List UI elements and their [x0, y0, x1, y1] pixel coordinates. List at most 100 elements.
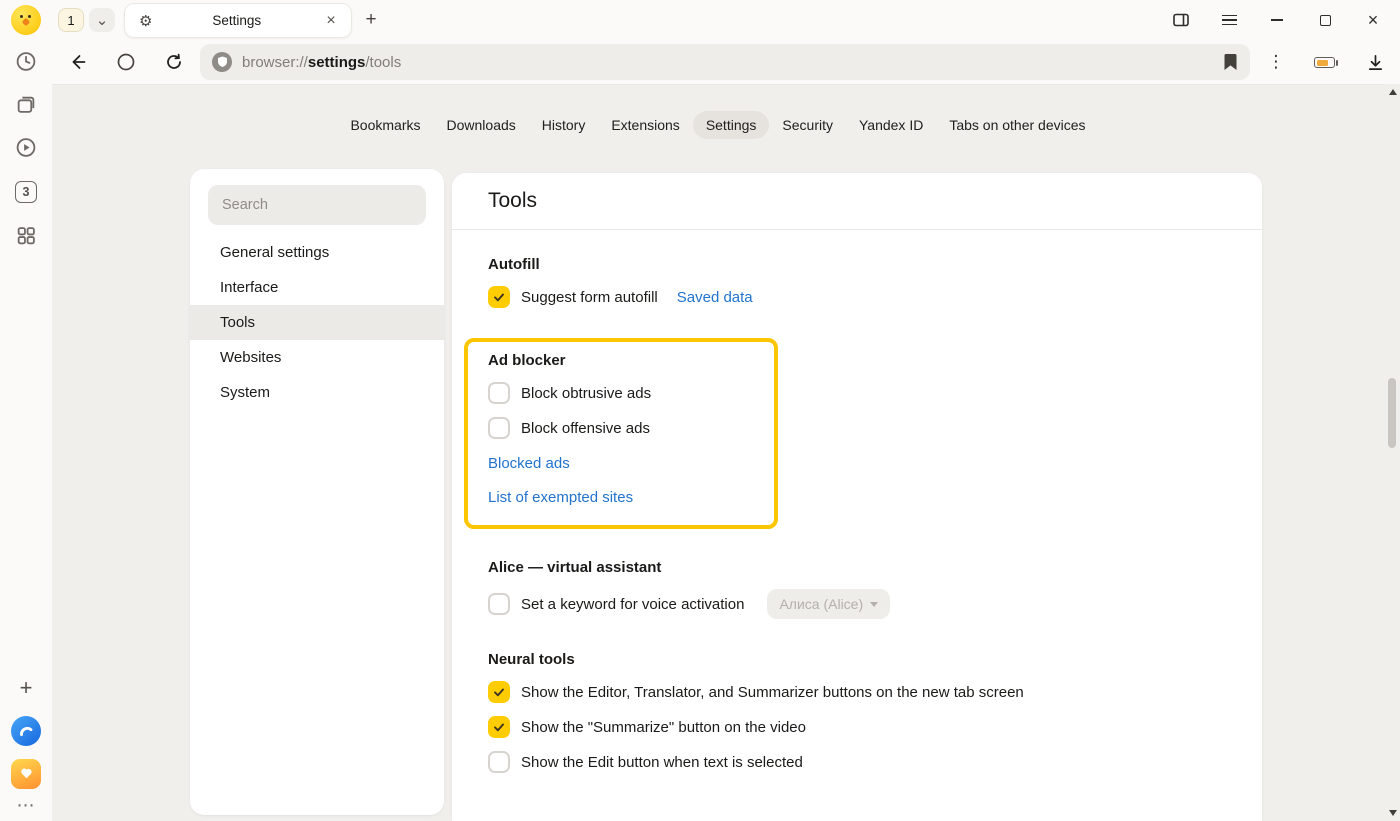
search-input[interactable]	[208, 185, 426, 225]
nav-tab-bookmarks[interactable]: Bookmarks	[337, 111, 433, 139]
yandex-chick-logo-icon	[11, 5, 41, 35]
protect-status-icon[interactable]	[212, 52, 232, 72]
pinned-app-browser[interactable]	[11, 716, 41, 746]
tab-counter-button[interactable]: 1	[58, 8, 84, 32]
minimize-icon	[1271, 19, 1283, 21]
toolbar: browser://settings/tools ⋮	[52, 40, 1400, 84]
checkbox-block-obtrusive-ads[interactable]	[488, 382, 510, 404]
plus-icon: +	[20, 675, 33, 701]
blocked-ads-link[interactable]: Blocked ads	[488, 455, 570, 472]
play-circle-icon	[16, 137, 37, 158]
scrollbar-thumb[interactable]	[1388, 378, 1396, 448]
more-apps-button[interactable]: ⋯	[17, 795, 36, 816]
checkbox-label: Show the "Summarize" button on the video	[521, 719, 806, 736]
reload-button[interactable]	[163, 51, 185, 73]
nav-tab-security[interactable]: Security	[769, 111, 846, 139]
checkbox-suggest-autofill[interactable]	[488, 286, 510, 308]
blue-app-icon	[11, 716, 41, 746]
settings-menu: General settings Interface Tools Website…	[190, 235, 444, 410]
back-button[interactable]	[67, 51, 89, 73]
history-button[interactable]	[16, 51, 37, 72]
tab-close-icon[interactable]: ×	[321, 12, 341, 30]
active-tab[interactable]: ⚙ Settings ×	[124, 3, 352, 38]
settings-sidebar-card: General settings Interface Tools Website…	[190, 169, 444, 815]
sidebar-item-tools[interactable]: Tools	[190, 305, 444, 340]
window-minimize-button[interactable]	[1265, 8, 1289, 32]
nav-tab-history[interactable]: History	[529, 111, 599, 139]
checkbox-label: Show the Editor, Translator, and Summari…	[521, 684, 1024, 701]
sidebar-item-system[interactable]: System	[190, 375, 444, 410]
sidebar-item-websites[interactable]: Websites	[190, 340, 444, 375]
scroll-up-arrow-icon[interactable]	[1389, 89, 1397, 95]
keyword-dropdown[interactable]: Алиса (Alice)	[767, 589, 890, 619]
browser-menu-button[interactable]	[1217, 8, 1241, 32]
downloads-button[interactable]	[1364, 51, 1386, 73]
scroll-down-arrow-icon[interactable]	[1389, 810, 1397, 816]
url-prefix: browser://	[242, 54, 308, 71]
checkbox-show-editor-buttons[interactable]	[488, 681, 510, 703]
video-button[interactable]	[16, 137, 37, 158]
chevron-down-icon	[870, 602, 878, 607]
checkbox-show-edit-button[interactable]	[488, 751, 510, 773]
check-icon	[491, 289, 507, 305]
ad-blocker-row-2: Block offensive ads	[488, 417, 774, 439]
checkbox-block-offensive-ads[interactable]	[488, 417, 510, 439]
apps-grid-button[interactable]	[16, 225, 37, 246]
battery-level	[1317, 60, 1328, 66]
nav-tab-extensions[interactable]: Extensions	[598, 111, 692, 139]
ring-icon	[116, 52, 136, 72]
add-panel-button[interactable]: +	[20, 675, 33, 701]
page-actions-menu-button[interactable]: ⋮	[1264, 50, 1288, 74]
feed-button[interactable]	[16, 94, 37, 115]
bookmark-page-button[interactable]	[1223, 53, 1238, 71]
clock-icon	[16, 51, 37, 72]
nav-tab-yandex-id[interactable]: Yandex ID	[846, 111, 936, 139]
grid-icon	[16, 225, 37, 246]
pinned-app-music[interactable]	[11, 759, 41, 789]
heart-icon	[21, 769, 32, 779]
tab-count-badge: 3	[15, 181, 37, 203]
battery-saver-button[interactable]	[1314, 57, 1335, 68]
checkbox-label: Show the Edit button when text is select…	[521, 754, 803, 771]
gear-icon: ⚙	[139, 12, 152, 30]
yandex-id-button[interactable]	[115, 51, 137, 73]
checkbox-label: Set a keyword for voice activation	[521, 596, 744, 613]
card-body: Autofill Suggest form autofill Saved dat…	[452, 256, 1262, 773]
url-suffix: /tools	[365, 54, 401, 71]
nav-tab-downloads[interactable]: Downloads	[434, 111, 529, 139]
window-maximize-button[interactable]	[1313, 8, 1337, 32]
dropdown-value: Алиса (Alice)	[779, 596, 863, 612]
tabs-panel-button[interactable]: 3	[15, 181, 37, 203]
side-panel-icon	[1171, 10, 1191, 30]
address-bar[interactable]: browser://settings/tools	[200, 44, 1250, 80]
check-icon	[491, 684, 507, 700]
maximize-icon	[1320, 15, 1331, 26]
checkbox-voice-activation-keyword[interactable]	[488, 593, 510, 615]
exempted-sites-link[interactable]: List of exempted sites	[488, 489, 633, 506]
neural-row-1: Show the Editor, Translator, and Summari…	[488, 681, 1226, 703]
window-close-button[interactable]: ×	[1361, 8, 1385, 32]
scrollbar[interactable]	[1384, 84, 1400, 821]
orange-app-icon	[11, 759, 41, 789]
checkbox-label: Suggest form autofill	[521, 289, 658, 306]
new-tab-button[interactable]: +	[358, 8, 384, 32]
nav-tab-other-devices[interactable]: Tabs on other devices	[936, 111, 1098, 139]
browser-logo[interactable]	[11, 5, 41, 35]
sidebar-item-interface[interactable]: Interface	[190, 270, 444, 305]
page-title: Tools	[488, 189, 537, 213]
sidebar-item-general-settings[interactable]: General settings	[190, 235, 444, 270]
side-panel-toggle-button[interactable]	[1169, 8, 1193, 32]
check-icon	[491, 719, 507, 735]
download-icon	[1366, 53, 1385, 72]
arrow-left-icon	[68, 52, 88, 72]
tab-strip: 1 ⌄ ⚙ Settings × + ×	[52, 0, 1400, 40]
ad-blocker-heading: Ad blocker	[488, 352, 774, 369]
nav-tab-settings[interactable]: Settings	[693, 111, 770, 139]
checkbox-show-summarize-video[interactable]	[488, 716, 510, 738]
settings-nav: Bookmarks Downloads History Extensions S…	[52, 111, 1384, 139]
saved-data-link[interactable]: Saved data	[677, 289, 753, 306]
ad-blocker-row-1: Block obtrusive ads	[488, 382, 774, 404]
tab-list-dropdown-button[interactable]: ⌄	[89, 8, 115, 32]
bookmark-icon	[1223, 53, 1238, 71]
url-text: browser://settings/tools	[242, 54, 401, 71]
